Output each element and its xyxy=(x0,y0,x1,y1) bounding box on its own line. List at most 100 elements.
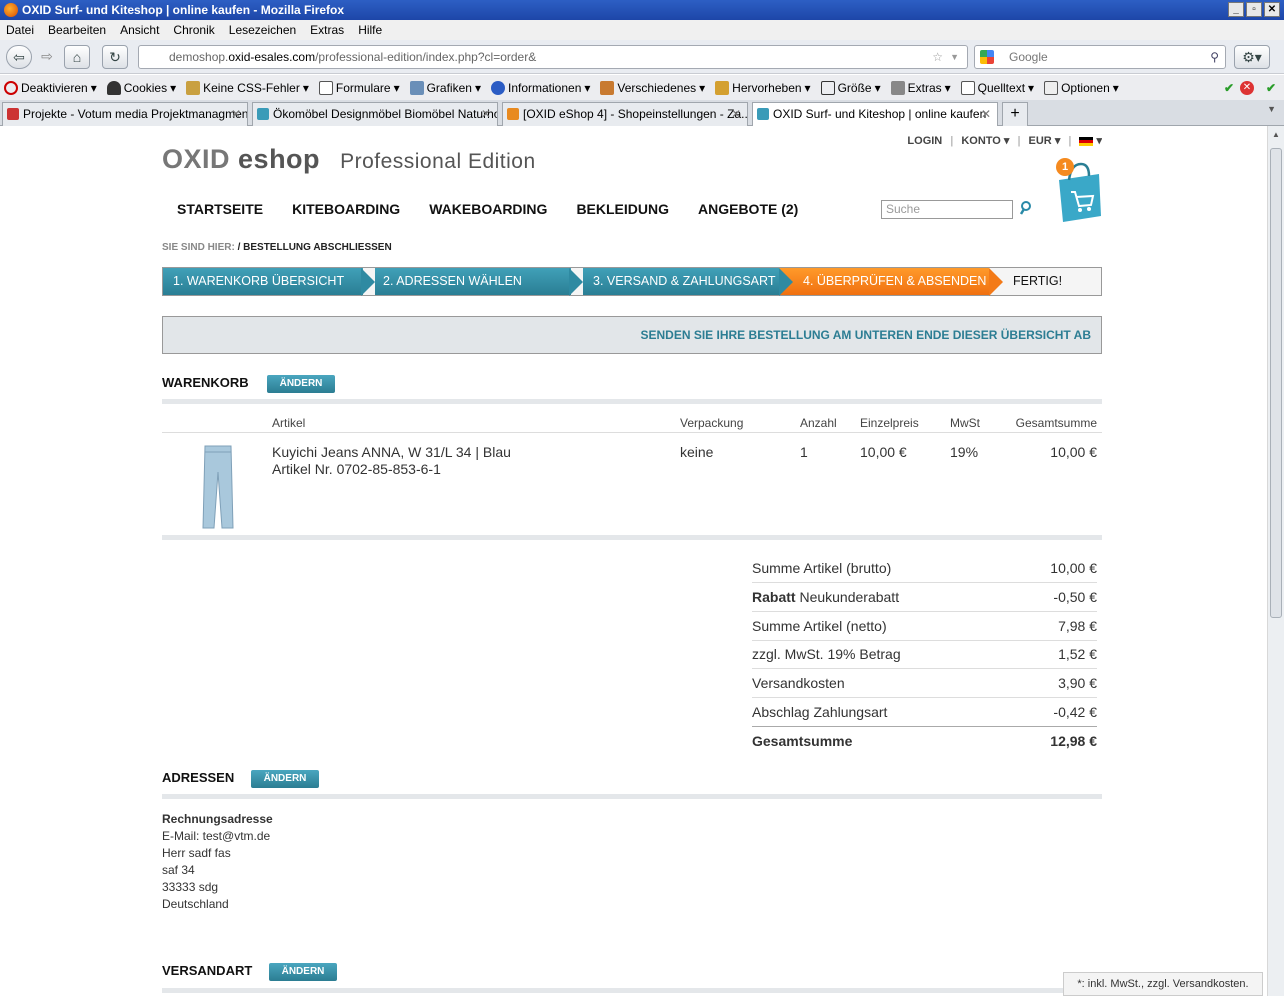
addresses-divider xyxy=(162,794,1102,799)
step-versand[interactable]: 3. VERSAND & ZAHLUNGSART xyxy=(583,268,779,295)
nav-bekleidung[interactable]: BEKLEIDUNG xyxy=(576,201,669,217)
language-select[interactable]: ▾ xyxy=(1079,134,1102,147)
product-name-link[interactable]: Kuyichi Jeans ANNA, W 31/L 34 | Blau xyxy=(272,444,511,461)
resize-icon xyxy=(820,80,835,95)
tab-favicon-icon xyxy=(757,108,769,120)
scroll-up-icon[interactable]: ▲ xyxy=(1272,130,1280,139)
tab-close-icon[interactable]: ✕ xyxy=(481,103,491,125)
shop-search-input[interactable]: Suche xyxy=(881,200,1013,219)
summary-versand-value: 3,90 € xyxy=(1058,675,1097,691)
webdev-cookies[interactable]: Cookies ▾ xyxy=(106,80,176,95)
nav-wakeboarding[interactable]: WAKEBOARDING xyxy=(429,201,547,217)
addon-menu-button[interactable]: ⚙▾ xyxy=(1234,45,1270,69)
tab-oxid-admin[interactable]: [OXID eShop 4] - Shopeinstellungen - Za.… xyxy=(502,102,748,126)
billing-email: E-Mail: test@vtm.de xyxy=(162,829,271,843)
menu-extras[interactable]: Extras xyxy=(310,23,344,37)
webdev-optionen[interactable]: Optionen ▾ xyxy=(1044,80,1119,95)
browser-search-input[interactable]: Google ⚲ xyxy=(974,45,1226,69)
webdev-quelltext[interactable]: Quelltext ▾ xyxy=(960,80,1034,95)
summary-mwst-value: 1,52 € xyxy=(1058,646,1097,662)
edit-addresses-button[interactable]: ÄNDERN xyxy=(251,770,319,788)
shop-search-placeholder: Suche xyxy=(886,202,921,216)
webdev-hervorheben[interactable]: Hervorheben ▾ xyxy=(715,80,811,95)
webdev-extras[interactable]: Extras ▾ xyxy=(890,80,951,95)
webdev-deaktivieren[interactable]: Deaktivieren ▾ xyxy=(4,80,97,95)
account-link[interactable]: KONTO ▾ xyxy=(961,134,1009,147)
menu-chronik[interactable]: Chronik xyxy=(173,23,214,37)
shop-search-icon[interactable] xyxy=(1019,200,1033,216)
summary-rabatt-value: -0,50 € xyxy=(1053,589,1097,605)
tab-close-icon[interactable]: ✕ xyxy=(981,103,991,125)
maximize-button[interactable]: ▫ xyxy=(1246,2,1262,17)
tab-close-icon[interactable]: ✕ xyxy=(731,103,741,125)
webdev-css[interactable]: Keine CSS-Fehler ▾ xyxy=(186,80,309,95)
currency-select[interactable]: EUR ▾ xyxy=(1029,134,1061,147)
nav-angebote[interactable]: ANGEBOTE (2) xyxy=(698,201,798,217)
order-notice: SENDEN SIE IHRE BESTELLUNG AM UNTEREN EN… xyxy=(162,316,1102,354)
minimize-button[interactable]: _ xyxy=(1228,2,1244,17)
shop-logo[interactable]: OXID eshop Professional Edition xyxy=(162,144,536,175)
home-button[interactable]: ⌂ xyxy=(64,45,90,69)
logo-oxid: OXID xyxy=(162,144,231,174)
webdev-groesse[interactable]: Größe ▾ xyxy=(820,80,881,95)
menu-datei[interactable]: Datei xyxy=(6,23,34,37)
history-dropdown-icon[interactable]: ▼ xyxy=(950,46,959,68)
tab-list-icon[interactable]: ▼ xyxy=(1267,104,1276,114)
menu-hilfe[interactable]: Hilfe xyxy=(358,23,382,37)
account-label: KONTO xyxy=(961,135,1001,147)
nav-kiteboarding[interactable]: KITEBOARDING xyxy=(292,201,400,217)
back-button[interactable]: ⇦ xyxy=(6,45,32,69)
new-tab-button[interactable]: + xyxy=(1002,102,1028,126)
currency-label: EUR xyxy=(1028,135,1052,147)
url-prefix: demoshop. xyxy=(169,50,229,64)
nav-startseite[interactable]: STARTSEITE xyxy=(177,201,263,217)
page-scrollbar[interactable]: ▲ xyxy=(1267,126,1284,996)
summary-rabatt-bold: Rabatt xyxy=(752,589,796,605)
price-footnote: *: inkl. MwSt., zzgl. Versandkosten. xyxy=(1063,972,1263,996)
product-packaging: keine xyxy=(680,444,714,460)
edit-shipping-button[interactable]: ÄNDERN xyxy=(269,963,337,981)
webdev-cookies-label: Cookies xyxy=(123,80,168,95)
js-valid-check-icon[interactable]: ✔ xyxy=(1266,81,1276,95)
step-warenkorb[interactable]: 1. WARENKORB ÜBERSICHT xyxy=(163,268,363,295)
menu-ansicht[interactable]: Ansicht xyxy=(120,23,159,37)
url-path: /professional-edition/index.php?cl=order… xyxy=(315,50,537,64)
address-bar[interactable]: demoshop.oxid-esales.com/professional-ed… xyxy=(138,45,968,69)
css-valid-check-icon[interactable]: ✔ xyxy=(1224,81,1234,95)
forward-button[interactable]: ⇨ xyxy=(34,45,60,69)
login-link[interactable]: LOGIN xyxy=(907,135,942,147)
tab-close-icon[interactable]: ✕ xyxy=(231,103,241,125)
webdev-verschiedenes[interactable]: Verschiedenes ▾ xyxy=(600,80,705,95)
tab-oekomoebel[interactable]: Ökomöbel Designmöbel Biomöbel Naturho...… xyxy=(252,102,498,126)
close-window-button[interactable]: ✕ xyxy=(1264,2,1280,17)
tab-projekte-label: Projekte - Votum media Projektmanagment xyxy=(23,107,248,121)
tab-oxid-shop[interactable]: OXID Surf- und Kiteshop | online kaufen ✕ xyxy=(752,102,998,126)
webdev-grafiken-label: Grafiken xyxy=(426,80,472,95)
webdev-groesse-label: Größe xyxy=(837,80,872,95)
webdev-grafiken[interactable]: Grafiken ▾ xyxy=(409,80,481,95)
summary-rabatt-label: Neukunderabatt xyxy=(799,589,900,605)
menu-lesezeichen[interactable]: Lesezeichen xyxy=(229,23,296,37)
billing-country: Deutschland xyxy=(162,897,229,911)
tab-projekte[interactable]: Projekte - Votum media Projektmanagment ✕ xyxy=(2,102,248,126)
css-icon xyxy=(186,80,201,95)
product-number: Artikel Nr. 0702-85-853-6-1 xyxy=(272,461,441,477)
webdev-informationen-label: Informationen xyxy=(507,80,582,95)
search-icon[interactable]: ⚲ xyxy=(1210,46,1219,68)
tab-favicon-icon xyxy=(507,108,519,120)
error-icon[interactable]: ✕ xyxy=(1240,80,1254,95)
step-adressen[interactable]: 2. ADRESSEN WÄHLEN xyxy=(375,268,571,295)
tab-oxid-admin-label: [OXID eShop 4] - Shopeinstellungen - Za.… xyxy=(523,107,748,121)
webdev-formulare[interactable]: Formulare ▾ xyxy=(318,80,400,95)
header-divider xyxy=(162,432,1102,433)
scrollbar-thumb[interactable] xyxy=(1270,148,1282,618)
webdev-formulare-label: Formulare xyxy=(335,80,391,95)
info-icon xyxy=(490,80,505,95)
menu-bearbeiten[interactable]: Bearbeiten xyxy=(48,23,106,37)
bookmark-star-icon[interactable]: ☆ xyxy=(932,46,943,68)
reload-button[interactable]: ↻ xyxy=(102,45,128,69)
billing-title: Rechnungsadresse xyxy=(162,812,273,826)
product-jeans-image[interactable] xyxy=(200,444,236,530)
webdev-informationen[interactable]: Informationen ▾ xyxy=(490,80,590,95)
edit-basket-button[interactable]: ÄNDERN xyxy=(267,375,335,393)
